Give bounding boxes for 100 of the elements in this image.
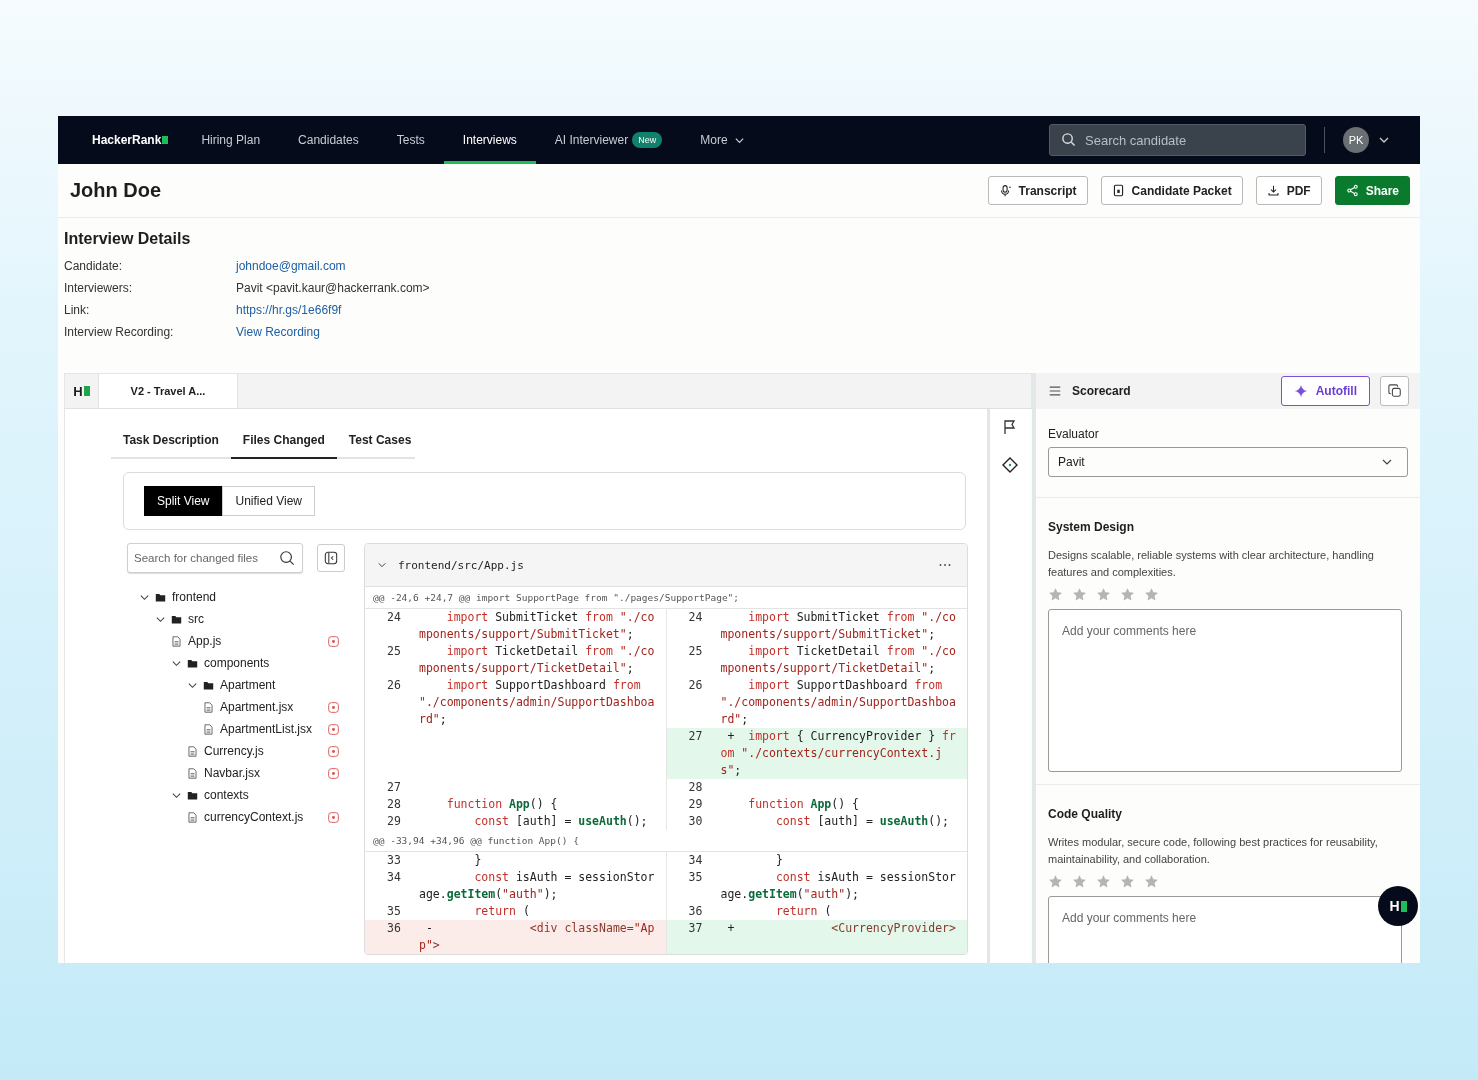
code-line: function App() { [747, 796, 860, 813]
modified-icon [328, 701, 339, 713]
search-field[interactable]: Search candidate [1049, 124, 1306, 156]
view-toggle-button[interactable]: Split View [144, 486, 223, 516]
star-icon[interactable] [1120, 874, 1135, 889]
star-icon[interactable] [1144, 874, 1159, 889]
folder-icon [155, 591, 166, 603]
code-line: const [auth] = useAuth(); [473, 813, 649, 830]
tree-item[interactable]: Apartment.jsx [220, 700, 294, 714]
nav-link[interactable]: Tests [377, 116, 444, 164]
code-line: import SubmitTicket from "./components/support/SubmitTicket"; [720, 609, 957, 643]
criterion-title: Code Quality [1048, 807, 1123, 821]
file-icon [187, 767, 198, 779]
flag-icon[interactable] [1001, 419, 1018, 435]
header-button[interactable]: Candidate Packet [1100, 176, 1243, 205]
logo[interactable]: HackerRank [92, 133, 169, 147]
tree-item[interactable]: Currency.js [204, 744, 264, 758]
tree-item[interactable]: frontend [172, 590, 217, 604]
line-number: 35 [386, 903, 402, 920]
sidebar-collapse-icon [324, 551, 338, 565]
document-icon [1111, 184, 1125, 197]
tree-item[interactable]: currencyContext.js [204, 810, 304, 824]
field-value: Pavit <pavit.kaur@hackerrank.com> [236, 281, 430, 295]
tree-item[interactable]: components [204, 656, 270, 670]
modified-icon [328, 811, 339, 823]
header-button[interactable]: Transcript [987, 176, 1088, 205]
line-number: 25 [687, 643, 704, 660]
star-icon[interactable] [1048, 874, 1063, 889]
sparkle-icon [1293, 384, 1308, 398]
detail-link[interactable]: View Recording [236, 325, 320, 339]
folder-icon [203, 679, 214, 691]
question-tab[interactable]: V2 - Travel A... [99, 374, 238, 408]
panel-title: Scorecard [1072, 384, 1131, 398]
line-number: 27 [386, 779, 402, 796]
header-button[interactable]: PDF [1255, 176, 1322, 205]
line-number: 26 [687, 677, 704, 694]
code-line: function App() { [445, 796, 559, 813]
evaluator-select[interactable]: Pavit [1048, 447, 1408, 477]
comment-field[interactable]: Add your comments here [1048, 609, 1402, 772]
tree-item[interactable]: src [188, 612, 204, 626]
search-icon [279, 550, 295, 566]
code-line: - <div className="App"> [419, 920, 656, 954]
line-number: 35 [687, 869, 704, 886]
field-label: Interviewers: [64, 280, 134, 296]
diamond-icon[interactable] [1001, 457, 1018, 473]
tab[interactable]: Test Cases [336, 428, 424, 459]
modified-icon [328, 767, 339, 779]
avatar[interactable]: PK [1343, 127, 1369, 153]
modified-icon [328, 745, 339, 757]
star-icon[interactable] [1096, 587, 1111, 602]
star-icon[interactable] [1096, 874, 1111, 889]
modified-icon [328, 635, 339, 647]
criterion-description: Designs scalable, reliable systems with clear architecture, handling features and complexities. [1048, 548, 1375, 580]
search-icon [1061, 132, 1076, 147]
tree-item[interactable]: Apartment [220, 678, 276, 692]
file-icon [203, 723, 214, 735]
star-icon[interactable] [1120, 587, 1135, 602]
tab[interactable]: Files Changed [230, 428, 337, 459]
section-title: Interview Details [64, 230, 192, 248]
tree-item[interactable]: Navbar.jsx [204, 766, 261, 780]
star-icon[interactable] [1144, 587, 1159, 602]
nav-link[interactable]: Hiring Plan [182, 116, 280, 164]
line-number: 36 [687, 903, 704, 920]
candidate-name: John Doe [70, 179, 162, 202]
copy-button[interactable] [1380, 376, 1409, 406]
line-number: 28 [386, 796, 402, 813]
field-label: Candidate: [64, 258, 124, 274]
nav-link[interactable]: Interviews [443, 116, 536, 164]
line-number: 27 [687, 728, 704, 745]
more-icon[interactable] [939, 563, 951, 567]
star-icon[interactable] [1048, 587, 1063, 602]
detail-link[interactable]: johndoe@gmail.com [236, 259, 346, 273]
chat-button[interactable]: H [1378, 886, 1418, 926]
download-icon [1266, 184, 1280, 197]
view-toggle-button[interactable]: Unified View [222, 486, 315, 516]
tree-item[interactable]: App.js [188, 634, 222, 648]
code-line: import TicketDetail from "./components/support/TicketDetail"; [419, 643, 656, 677]
autofill-button[interactable]: Autofill [1280, 376, 1370, 406]
folder-icon [187, 789, 198, 801]
folder-icon [187, 657, 198, 669]
line-number: 24 [386, 609, 402, 626]
tree-item[interactable]: contexts [204, 788, 249, 802]
code-line: import TicketDetail from "./components/support/TicketDetail"; [720, 643, 957, 677]
star-icon[interactable] [1072, 587, 1087, 602]
tab[interactable]: Task Description [111, 428, 231, 459]
star-icon[interactable] [1072, 874, 1087, 889]
menu-icon[interactable] [1048, 384, 1062, 398]
line-number: 34 [386, 869, 402, 886]
tree-item[interactable]: ApartmentList.jsx [220, 722, 313, 736]
nav-link[interactable]: AI Interviewer New [535, 116, 682, 164]
nav-link[interactable]: Candidates [279, 116, 378, 164]
code-line: } [774, 852, 784, 869]
line-number: 25 [386, 643, 402, 660]
detail-link[interactable]: https://hr.gs/1e66f9f [236, 303, 342, 317]
nav-link[interactable]: More [681, 116, 764, 164]
collapse-sidebar-button[interactable] [317, 544, 345, 572]
header-button[interactable]: Share [1334, 176, 1410, 205]
line-number: 37 [687, 920, 704, 937]
line-number: 33 [386, 852, 402, 869]
microphone-icon [998, 184, 1012, 197]
